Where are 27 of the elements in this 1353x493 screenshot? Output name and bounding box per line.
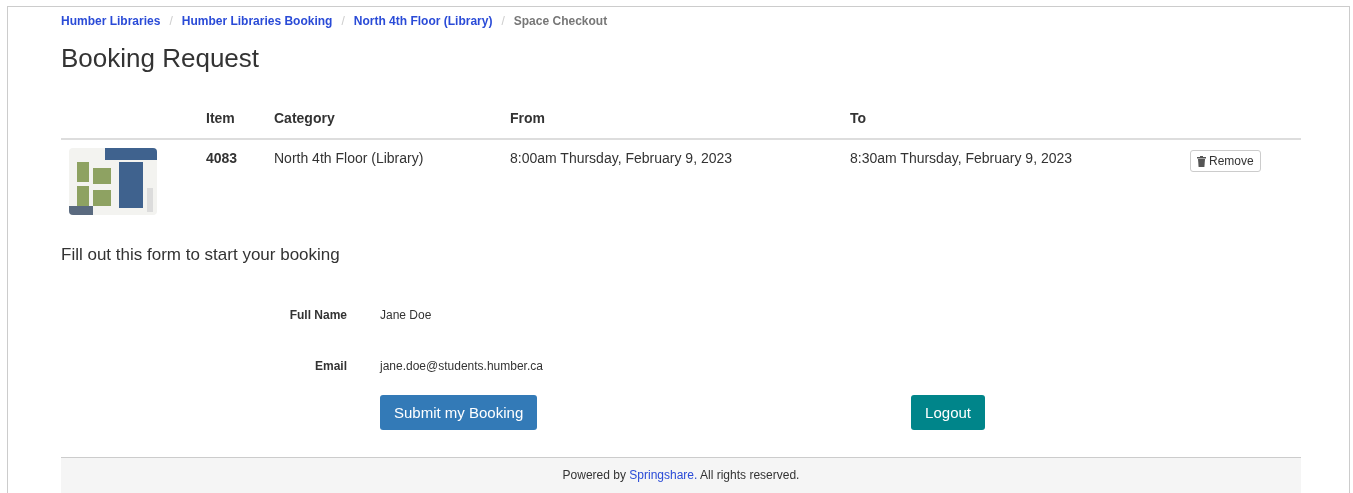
field-label: Email [315,359,347,373]
form-prompt: Fill out this form to start your booking [61,245,341,265]
breadcrumb-link[interactable]: Humber Libraries Booking [181,14,333,28]
breadcrumb-separator: / [169,14,173,28]
column-header: From [509,109,546,128]
page-title: Booking Request [61,43,261,74]
from-cell-text: 8:00am Thursday, February 9, 2023 [509,149,734,168]
category-cell-text: North 4th Floor (Library) [273,149,425,168]
trash-icon [1197,155,1206,167]
field-label: Full Name [289,308,347,322]
breadcrumb-link[interactable]: Humber Libraries [61,14,161,28]
breadcrumb-separator: / [341,14,345,28]
column-header: Item [205,109,236,128]
footer-text: Powered by Springshare. All rights reserved. [562,468,800,482]
column-header: To [849,109,868,128]
breadcrumb-link[interactable]: North 4th Floor (Library) [353,14,493,28]
remove-button[interactable]: Remove [1190,150,1261,172]
field-value: Jane Doe [380,308,432,322]
breadcrumb-separator: / [501,14,505,28]
current-page-label: Space Checkout [513,14,608,28]
logout-button[interactable]: Logout [911,395,985,430]
submit-button[interactable]: Submit my Booking [380,395,538,430]
column-header: Category [273,109,336,128]
item-number: 4083 [205,149,239,168]
field-value: jane.doe@students.humber.ca [380,359,543,373]
to-cell-text: 8:30am Thursday, February 9, 2023 [849,149,1074,168]
springshare-link[interactable]: Springshare. [629,468,698,482]
